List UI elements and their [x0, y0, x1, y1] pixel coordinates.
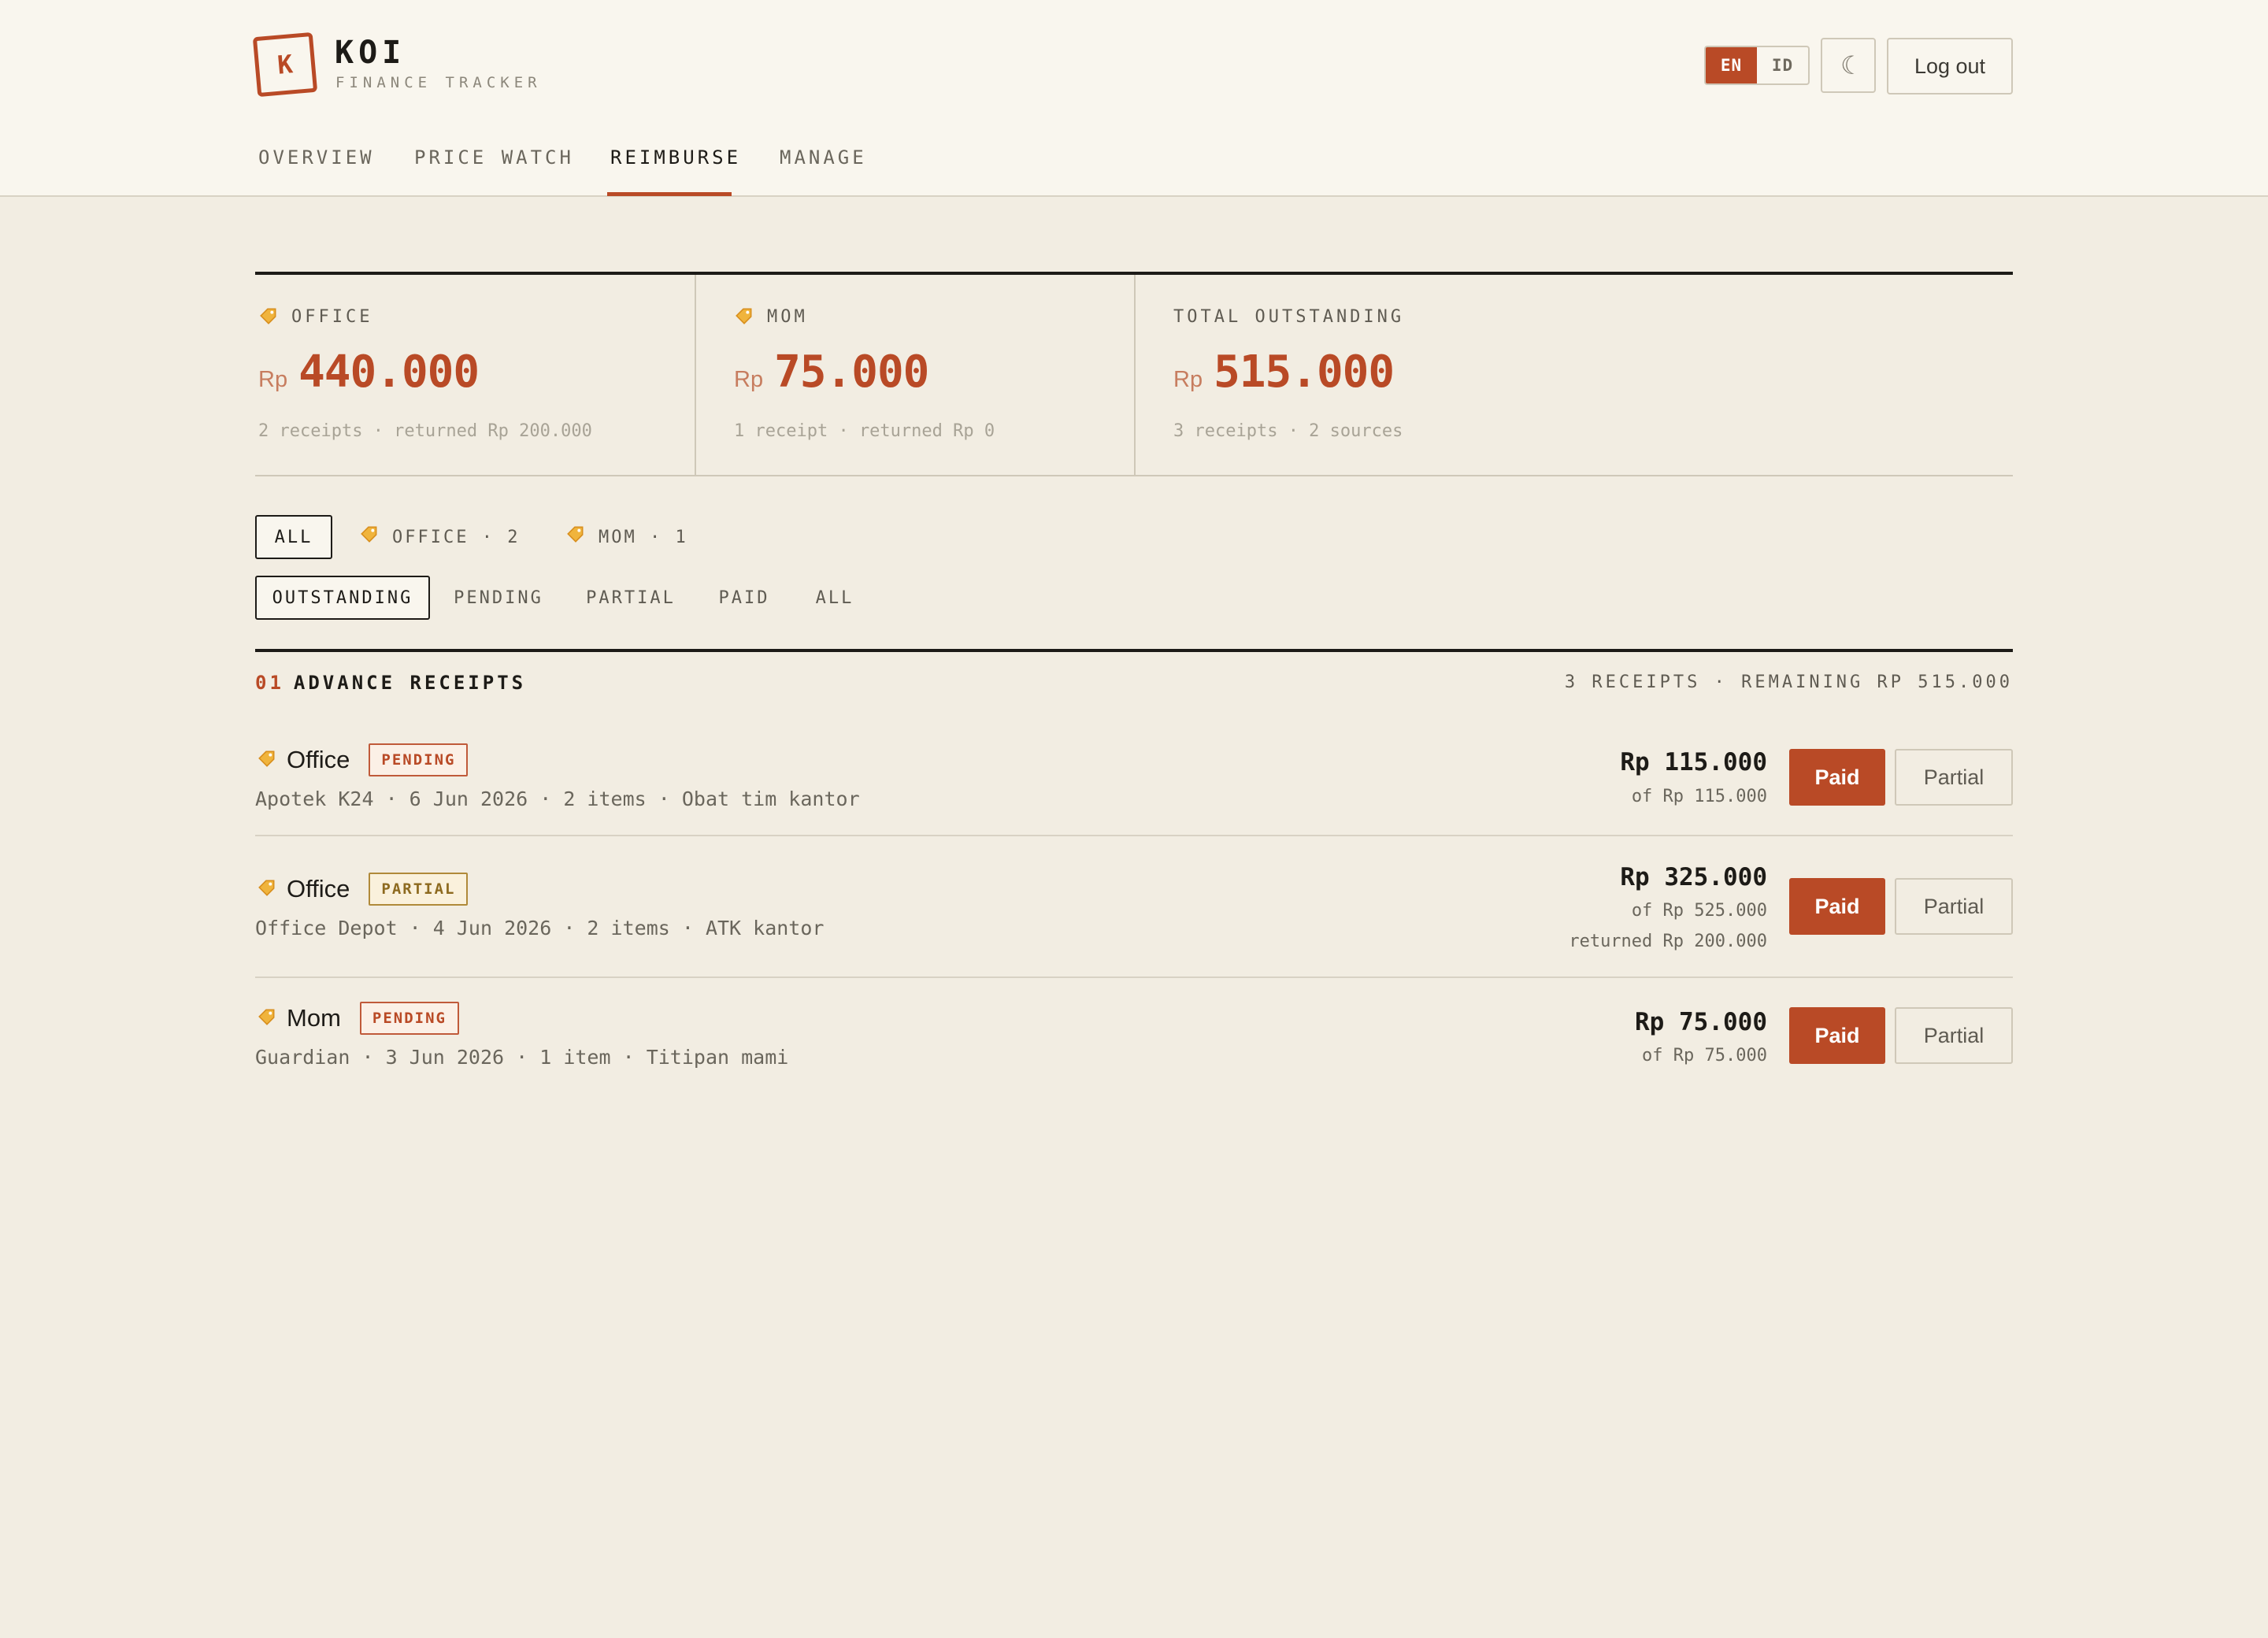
- tab-reimburse[interactable]: REIMBURSE: [610, 146, 741, 169]
- row-divider: [255, 835, 2013, 836]
- tag-icon: [257, 1009, 277, 1026]
- receipt-total: of Rp 75.000: [1642, 1046, 1767, 1065]
- summary-bottom-rule: [255, 475, 2013, 476]
- summary-mom-label: MOM: [734, 307, 808, 327]
- tag-icon: [359, 524, 380, 550]
- lang-id-button[interactable]: ID: [1757, 47, 1808, 83]
- summary-mom-sub: 1 receipt · returned Rp 0: [734, 421, 995, 441]
- currency-prefix: Rp: [258, 367, 288, 392]
- summary-total-sub: 3 receipts · 2 sources: [1173, 421, 1403, 441]
- receipt-returned: returned Rp 200.000: [1569, 932, 1767, 951]
- receipt-amount: Rp 115.000: [1620, 748, 1767, 776]
- amount-value: 515.000: [1214, 346, 1395, 398]
- active-tab-indicator: [607, 192, 732, 196]
- section-title: 01 ADVANCE RECEIPTS: [255, 672, 526, 694]
- filter-status-pending[interactable]: PENDING: [450, 576, 547, 620]
- moon-icon: ☾: [1840, 50, 1856, 80]
- summary-mom-amount: Rp 75.000: [734, 346, 929, 398]
- lang-en-button[interactable]: EN: [1706, 47, 1757, 83]
- status-badge: PENDING: [369, 743, 469, 776]
- receipt-meta: Apotek K24 · 6 Jun 2026 · 2 items · Obat…: [255, 788, 860, 810]
- section-title-text: ADVANCE RECEIPTS: [293, 672, 527, 694]
- filter-source-mom[interactable]: MOM · 1: [565, 515, 688, 559]
- currency-prefix: Rp: [734, 367, 764, 392]
- status-badge: PENDING: [359, 1002, 459, 1035]
- receipt-meta: Guardian · 3 Jun 2026 · 1 item · Titipan…: [255, 1046, 789, 1069]
- tag-icon: [565, 524, 586, 550]
- row-divider: [255, 976, 2013, 978]
- summary-total-label: TOTAL OUTSTANDING: [1173, 307, 1404, 327]
- mark-partial-button[interactable]: Partial: [1895, 1007, 2013, 1064]
- summary-label-text: MOM: [767, 307, 808, 327]
- summary-office-amount: Rp 440.000: [258, 346, 480, 398]
- summary-office-sub: 2 receipts · returned Rp 200.000: [258, 421, 592, 441]
- currency-prefix: Rp: [1173, 367, 1203, 392]
- theme-toggle-button[interactable]: ☾: [1821, 38, 1876, 93]
- logo-letter: K: [276, 49, 295, 80]
- receipt-source: Mom: [287, 1004, 341, 1032]
- filter-source-all[interactable]: ALL: [255, 515, 332, 559]
- mark-paid-button[interactable]: Paid: [1789, 878, 1885, 935]
- section-meta: 3 RECEIPTS · REMAINING RP 515.000: [1564, 673, 2013, 692]
- mark-partial-button[interactable]: Partial: [1895, 749, 2013, 806]
- filter-status-all[interactable]: ALL: [811, 576, 858, 620]
- filter-status-paid[interactable]: PAID: [713, 576, 775, 620]
- filter-source-office[interactable]: OFFICE · 2: [359, 515, 520, 559]
- tab-manage[interactable]: MANAGE: [780, 146, 867, 169]
- logout-button[interactable]: Log out: [1887, 38, 2013, 94]
- receipt-total: of Rp 525.000: [1631, 901, 1767, 921]
- section-number: 01: [255, 672, 284, 694]
- summary-divider: [695, 275, 696, 475]
- mark-paid-button[interactable]: Paid: [1789, 1007, 1885, 1064]
- amount-value: 75.000: [774, 346, 929, 398]
- receipt-source: Office: [287, 746, 350, 773]
- app-name: KOI: [335, 35, 406, 71]
- language-toggle: EN ID: [1704, 46, 1810, 85]
- tab-overview[interactable]: OVERVIEW: [258, 146, 375, 169]
- summary-total-amount: Rp 515.000: [1173, 346, 1395, 398]
- filter-status-outstanding[interactable]: OUTSTANDING: [255, 576, 430, 620]
- mark-partial-button[interactable]: Partial: [1895, 878, 2013, 935]
- receipt-source: Office: [287, 875, 350, 902]
- receipt-title: Mom PENDING: [257, 1002, 459, 1035]
- summary-office-label: OFFICE: [258, 307, 372, 327]
- koi-logo[interactable]: K: [252, 32, 318, 98]
- amount-value: 440.000: [298, 346, 480, 398]
- filter-status-partial[interactable]: PARTIAL: [578, 576, 684, 620]
- summary-divider: [1134, 275, 1136, 475]
- receipt-total: of Rp 115.000: [1631, 787, 1767, 806]
- tag-icon: [258, 307, 279, 325]
- tag-icon: [257, 750, 277, 768]
- receipt-meta: Office Depot · 4 Jun 2026 · 2 items · AT…: [255, 917, 825, 939]
- summary-label-text: OFFICE: [291, 307, 373, 327]
- filter-label: MOM · 1: [598, 527, 688, 547]
- receipt-title: Office PENDING: [257, 743, 469, 776]
- mark-paid-button[interactable]: Paid: [1789, 749, 1885, 806]
- app-subtitle: FINANCE TRACKER: [335, 74, 542, 91]
- summary-label-text: TOTAL OUTSTANDING: [1173, 307, 1405, 327]
- status-badge: PARTIAL: [369, 873, 469, 906]
- section-rule: [255, 649, 2013, 652]
- receipt-title: Office PARTIAL: [257, 873, 469, 906]
- tab-price-watch[interactable]: PRICE WATCH: [414, 146, 574, 169]
- receipt-amount: Rp 325.000: [1620, 863, 1767, 891]
- app-header: K KOI FINANCE TRACKER EN ID ☾ Log out OV…: [0, 0, 2268, 197]
- filter-label: OFFICE · 2: [392, 527, 521, 547]
- receipt-amount: Rp 75.000: [1635, 1008, 1767, 1036]
- tag-icon: [257, 880, 277, 897]
- tag-icon: [734, 307, 754, 325]
